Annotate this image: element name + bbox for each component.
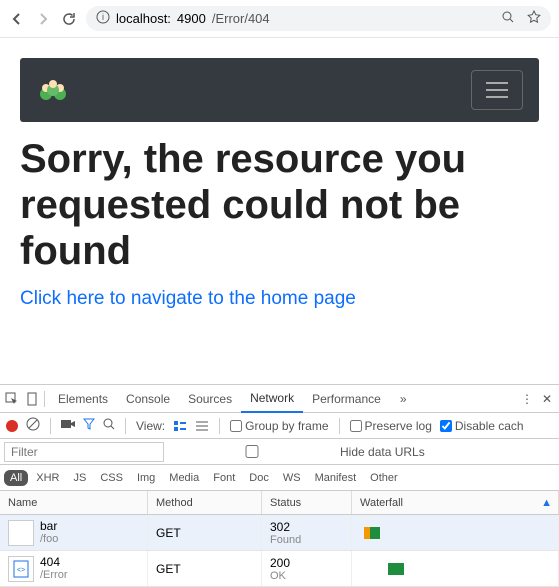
camera-icon[interactable] [61,418,75,433]
devtools-panel: ElementsConsoleSourcesNetworkPerformance… [0,384,559,587]
small-rows-icon[interactable] [195,419,209,433]
home-link[interactable]: Click here to navigate to the home page [20,288,356,310]
tab-network[interactable]: Network [241,385,303,413]
status-code: 200 [270,556,290,570]
devtools-menu-icon[interactable]: ⋮ [519,391,535,407]
clear-icon[interactable] [26,417,40,434]
tab-elements[interactable]: Elements [49,385,117,413]
forward-button[interactable] [34,10,52,28]
filter-type-all[interactable]: All [4,470,28,486]
menu-toggle-button[interactable] [471,70,523,110]
info-icon: i [96,10,110,27]
tab-performance[interactable]: Performance [303,385,390,413]
search-icon[interactable] [103,418,115,433]
col-header-name[interactable]: Name [0,491,148,514]
filter-icon[interactable] [83,418,95,433]
filter-type-css[interactable]: CSS [94,470,129,486]
filter-type-doc[interactable]: Doc [243,470,275,486]
file-icon: <> [8,556,34,582]
filter-type-manifest[interactable]: Manifest [309,470,363,486]
filter-type-media[interactable]: Media [163,470,205,486]
filter-type-js[interactable]: JS [67,470,92,486]
filter-input[interactable] [4,442,164,462]
col-header-waterfall[interactable]: Waterfall▲ [352,491,559,514]
view-label: View: [136,419,165,433]
site-navbar [20,58,539,122]
filter-type-ws[interactable]: WS [277,470,307,486]
back-button[interactable] [8,10,26,28]
more-tabs-icon[interactable]: » [394,392,413,406]
request-method: GET [148,551,262,586]
svg-text:i: i [102,12,104,22]
request-row[interactable]: bar/foo GET 302Found [0,515,559,551]
col-header-status[interactable]: Status [262,491,352,514]
status-text: Found [270,534,301,546]
filter-type-font[interactable]: Font [207,470,241,486]
url-bar[interactable]: i localhost:4900/Error/404 [86,6,551,31]
zoom-icon[interactable] [501,10,515,27]
request-row[interactable]: <> 404/Error GET 200OK [0,551,559,587]
record-button[interactable] [6,420,18,432]
devtools-close-icon[interactable]: ✕ [539,391,555,407]
device-icon[interactable] [24,391,40,407]
svg-text:<>: <> [17,567,25,574]
filter-type-other[interactable]: Other [364,470,404,486]
hide-data-urls-checkbox[interactable]: Hide data URLs [168,445,425,459]
filter-type-xhr[interactable]: XHR [30,470,65,486]
star-icon[interactable] [527,10,541,27]
request-path: /foo [40,533,58,546]
filter-type-img[interactable]: Img [131,470,161,486]
request-method: GET [148,515,262,550]
reload-button[interactable] [60,10,78,28]
request-path: /Error [40,569,68,582]
group-by-frame-checkbox[interactable]: Group by frame [230,419,328,433]
tab-console[interactable]: Console [117,385,179,413]
status-text: OK [270,570,290,582]
url-host: localhost: [116,11,171,26]
inspect-icon[interactable] [4,391,20,407]
tab-sources[interactable]: Sources [179,385,241,413]
status-code: 302 [270,520,290,534]
sort-indicator-icon: ▲ [541,497,552,509]
request-name: 404 [40,555,68,569]
file-icon [8,520,34,546]
waterfall-cell [352,515,559,550]
error-heading: Sorry, the resource you requested could … [20,136,539,274]
waterfall-cell [352,551,559,586]
site-logo [36,76,70,104]
disable-cache-checkbox[interactable]: Disable cach [440,419,524,433]
preserve-log-checkbox[interactable]: Preserve log [350,419,432,433]
request-name: bar [40,519,58,533]
large-rows-icon[interactable] [173,419,187,433]
col-header-method[interactable]: Method [148,491,262,514]
